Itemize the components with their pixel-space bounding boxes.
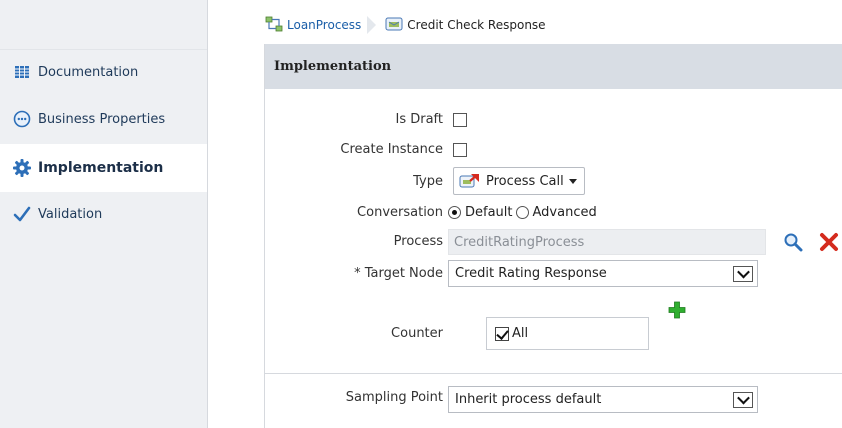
sidebar-item-business-properties[interactable]: Business Properties [0,97,207,141]
breadcrumb-item-loanprocess[interactable]: LoanProcess [265,16,361,35]
create-instance-label: Create Instance [340,142,443,157]
sidebar-item-documentation[interactable]: Documentation [0,50,207,94]
sidebar-item-implementation[interactable]: Implementation [0,144,207,192]
counter-box: All [486,317,649,350]
chevron-down-icon[interactable] [733,391,753,408]
section-title: Implementation [274,59,392,74]
counter-all-checkbox[interactable] [495,326,509,341]
target-node-label: * Target Node [354,266,443,281]
counter-label: Counter [391,326,443,341]
sidebar-top-strip [0,0,207,50]
sidebar-item-label: Documentation [38,64,139,80]
conversation-default-label: Default [465,205,513,220]
sampling-point-value: Inherit process default [455,392,602,407]
target-node-dropdown[interactable]: Credit Rating Response [448,260,758,287]
sidebar-item-label: Implementation [38,160,164,176]
checkmark-icon [12,204,32,224]
type-select-value: Process Call [486,173,564,189]
process-label: Process [393,234,443,249]
business-properties-icon [12,109,32,129]
content-divider [264,44,265,428]
chevron-down-icon[interactable] [733,265,753,282]
section-header: Implementation [265,44,842,89]
chevron-down-icon [568,178,577,184]
breadcrumb-link-loanprocess[interactable]: LoanProcess [287,18,361,32]
process-call-icon [459,172,481,190]
activity-icon [385,16,403,35]
counter-all-label: All [512,326,529,341]
is-draft-label: Is Draft [395,112,443,127]
section-divider [265,373,842,374]
type-label: Type [413,174,443,189]
process-field-value: CreditRatingProcess [454,234,585,250]
type-select[interactable]: Process Call [453,167,585,195]
sidebar-item-label: Validation [38,206,103,222]
conversation-default-radio[interactable] [448,206,461,219]
breadcrumb: LoanProcess Credit Check Response [265,14,546,36]
breadcrumb-current-label: Credit Check Response [407,18,546,32]
gear-icon [12,158,32,178]
create-instance-checkbox[interactable] [453,143,467,157]
sampling-point-label: Sampling Point [345,390,443,405]
sampling-point-dropdown[interactable]: Inherit process default [448,386,758,413]
process-field: CreditRatingProcess [448,229,766,255]
conversation-advanced-radio[interactable] [515,206,529,219]
target-node-value: Credit Rating Response [455,266,607,281]
delete-icon[interactable] [817,230,841,254]
documentation-icon [12,62,32,82]
sidebar-item-label: Business Properties [38,111,166,127]
process-flow-icon [265,16,283,35]
sidebar-item-validation[interactable]: Validation [0,192,207,236]
is-draft-checkbox[interactable] [453,113,467,127]
breadcrumb-separator [367,16,381,34]
conversation-radio-group: Default Advanced [448,205,597,220]
breadcrumb-item-current: Credit Check Response [385,16,546,35]
conversation-advanced-label: Advanced [532,205,597,220]
conversation-label: Conversation [357,205,443,220]
add-icon[interactable] [667,300,687,320]
search-icon[interactable] [781,230,805,254]
